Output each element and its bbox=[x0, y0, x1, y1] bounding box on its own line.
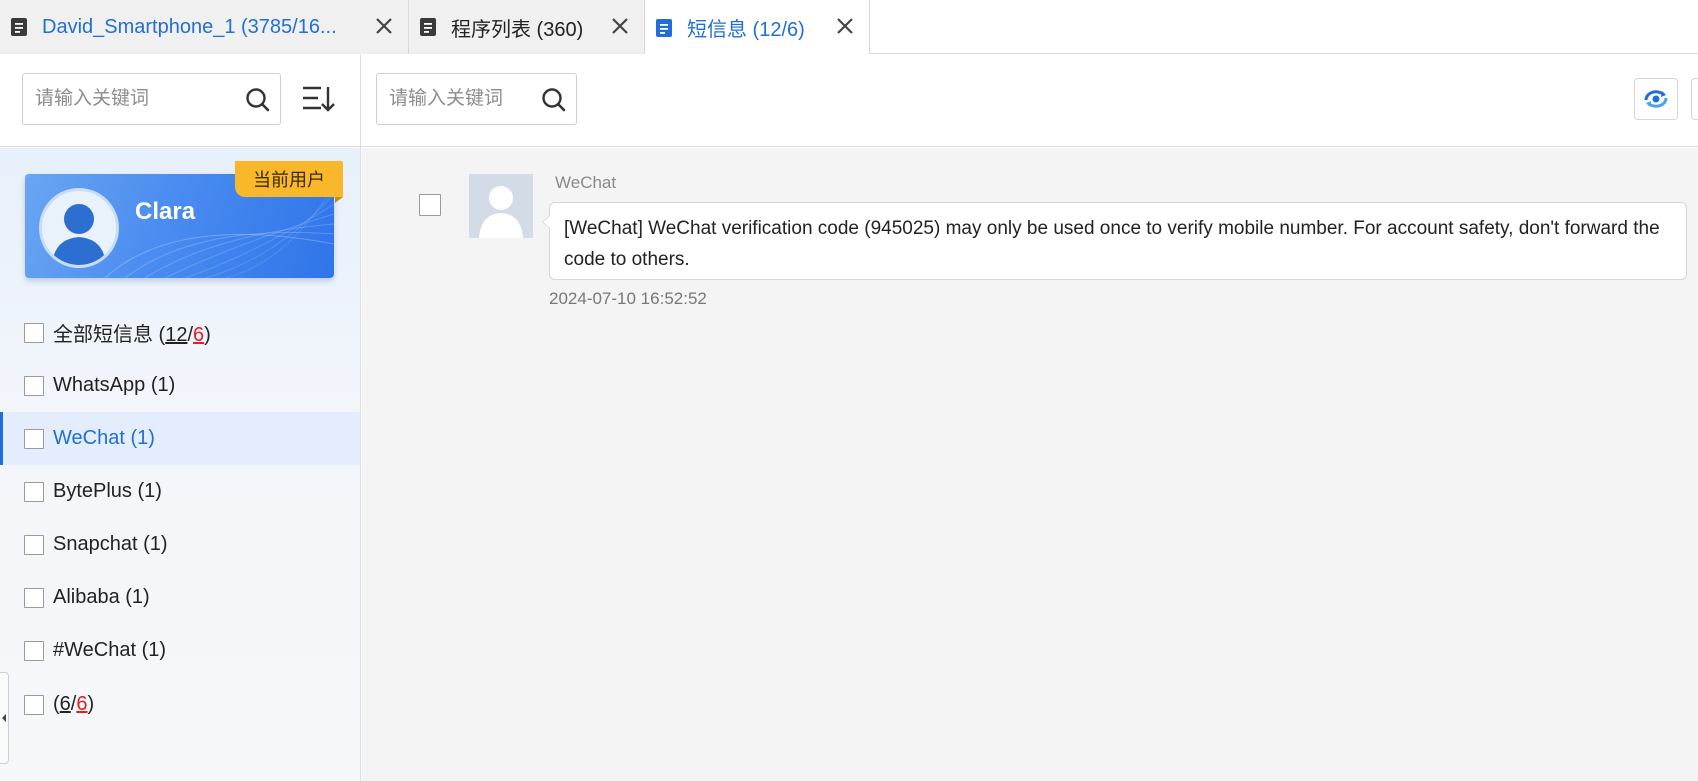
chevron-left-icon bbox=[2, 714, 6, 722]
close-icon[interactable] bbox=[608, 14, 632, 38]
tab-label: 短信息 (12/6) bbox=[687, 19, 805, 41]
left-body: Clara 当前用户 全部短信息 (12/6) WhatsApp (1) WeC… bbox=[0, 148, 360, 781]
document-icon bbox=[10, 17, 28, 37]
checkbox[interactable] bbox=[24, 481, 44, 502]
sort-icon[interactable] bbox=[300, 83, 336, 115]
left-search-box bbox=[22, 73, 281, 125]
tab-device[interactable]: David_Smartphone_1 (3785/16... bbox=[0, 0, 409, 54]
message-area: WeChat [WeChat] WeChat verification code… bbox=[362, 148, 1698, 781]
checkbox[interactable] bbox=[24, 428, 44, 449]
message-sender: WeChat bbox=[555, 173, 617, 192]
refresh-button[interactable] bbox=[1634, 78, 1678, 120]
document-icon bbox=[655, 18, 673, 38]
refresh-icon bbox=[1644, 90, 1668, 108]
search-icon[interactable] bbox=[540, 86, 568, 114]
left-search-input[interactable] bbox=[23, 74, 233, 124]
checkbox[interactable] bbox=[24, 534, 44, 555]
filter-item-alibaba[interactable]: Alibaba (1) bbox=[0, 571, 360, 624]
checkbox[interactable] bbox=[24, 587, 44, 608]
right-search-input[interactable] bbox=[377, 74, 532, 124]
filter-item-byteplus[interactable]: BytePlus (1) bbox=[0, 465, 360, 518]
sender-avatar bbox=[469, 174, 533, 238]
close-icon[interactable] bbox=[372, 14, 396, 38]
filter-label: WhatsApp (1) bbox=[53, 374, 176, 396]
filter-label: #WeChat (1) bbox=[53, 639, 167, 661]
filter-label: BytePlus (1) bbox=[53, 480, 162, 502]
filter-item-all[interactable]: 全部短信息 (12/6) bbox=[0, 306, 360, 359]
filter-item-snapchat[interactable]: Snapchat (1) bbox=[0, 518, 360, 571]
user-name: Clara bbox=[135, 198, 196, 225]
tab-bar: David_Smartphone_1 (3785/16... 程序列表 (360… bbox=[0, 0, 1698, 55]
search-icon[interactable] bbox=[244, 86, 272, 114]
right-toolbar bbox=[361, 54, 1698, 147]
close-icon[interactable] bbox=[833, 14, 857, 38]
filter-label: Snapchat (1) bbox=[53, 533, 168, 555]
filter-item-wechat[interactable]: WeChat (1) bbox=[0, 412, 360, 465]
tab-label: 程序列表 (360) bbox=[451, 18, 584, 41]
filter-item-unnamed[interactable]: (6/6) bbox=[0, 678, 360, 731]
tab-sms[interactable]: 短信息 (12/6) bbox=[645, 0, 870, 55]
filter-label: WeChat (1) bbox=[53, 427, 155, 449]
filter-item-hash-wechat[interactable]: #WeChat (1) bbox=[0, 624, 360, 677]
avatar-placeholder-icon bbox=[52, 204, 106, 265]
collapse-handle[interactable] bbox=[0, 672, 9, 764]
filter-label: (6/6) bbox=[53, 693, 95, 715]
document-icon bbox=[419, 17, 437, 37]
checkbox[interactable] bbox=[24, 322, 44, 343]
user-avatar bbox=[39, 188, 119, 268]
avatar-placeholder-icon bbox=[469, 174, 533, 238]
message-bubble: [WeChat] WeChat verification code (94502… bbox=[542, 202, 1687, 280]
filter-label: 全部短信息 (12/6) bbox=[53, 324, 211, 346]
right-search-box bbox=[376, 73, 577, 125]
left-toolbar bbox=[0, 54, 360, 147]
more-button[interactable] bbox=[1691, 78, 1698, 120]
checkbox[interactable] bbox=[24, 694, 44, 715]
checkbox[interactable] bbox=[24, 640, 44, 661]
message-timestamp: 2024-07-10 16:52:52 bbox=[549, 289, 707, 308]
filter-item-whatsapp[interactable]: WhatsApp (1) bbox=[0, 359, 360, 412]
checkbox[interactable] bbox=[24, 375, 44, 396]
left-panel: Clara 当前用户 全部短信息 (12/6) WhatsApp (1) WeC… bbox=[0, 54, 361, 781]
current-user-badge: 当前用户 bbox=[235, 161, 343, 203]
filter-label: Alibaba (1) bbox=[53, 586, 150, 608]
tab-label: David_Smartphone_1 (3785/16... bbox=[42, 15, 337, 38]
tab-app-list[interactable]: 程序列表 (360) bbox=[409, 0, 645, 54]
message-checkbox[interactable] bbox=[419, 194, 441, 216]
